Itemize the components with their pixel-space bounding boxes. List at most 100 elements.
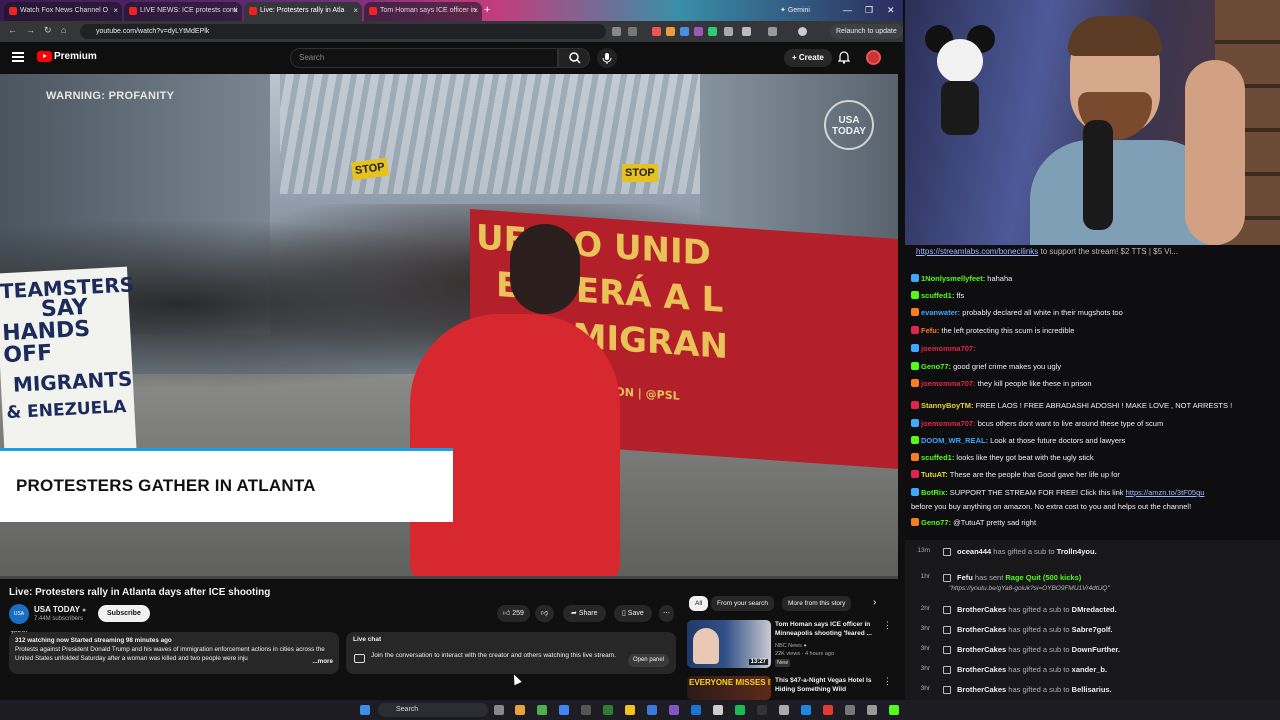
install-icon[interactable] [612, 27, 621, 36]
more-vertical-icon[interactable]: ⋮ [883, 676, 892, 687]
app-icon[interactable] [581, 705, 591, 715]
voice-search-button[interactable] [597, 48, 617, 68]
tab-close-icon[interactable]: × [473, 2, 478, 19]
open-panel-button[interactable]: Open panel [627, 654, 669, 667]
show-more-link[interactable]: ...more [308, 657, 333, 666]
chevron-right-icon[interactable]: › [873, 597, 876, 608]
tab-close-icon[interactable]: × [233, 2, 238, 19]
app-icon[interactable] [713, 705, 723, 715]
app-icon[interactable] [823, 705, 833, 715]
tab-fox-news[interactable]: Watch Fox News Channel O × [4, 2, 122, 21]
chat-username[interactable]: TutuAT: [921, 470, 948, 479]
chat-username[interactable]: joemomma707: [921, 419, 976, 428]
channel-name[interactable]: USA TODAY ● [34, 605, 86, 614]
chat-username[interactable]: StannyBoyTM: [921, 401, 974, 410]
like-button[interactable]: 👍︎ 259 [497, 605, 530, 622]
search-input[interactable]: Search [290, 48, 558, 68]
maximize-icon[interactable]: ❐ [865, 3, 873, 17]
chat-link[interactable]: https://amzn.to/3tF05gu [1126, 488, 1205, 497]
activity-user[interactable]: BrotherCakes [957, 605, 1006, 614]
close-window-icon[interactable]: ✕ [887, 3, 895, 17]
chat-username[interactable]: BotRix: [921, 488, 948, 497]
description-box[interactable]: 312 watching now Started streaming 98 mi… [9, 632, 339, 674]
video-player[interactable]: STOP STOP UEBLO UNID ENDERÁ A L AS MIGRA… [0, 74, 898, 578]
app-icon[interactable] [691, 705, 701, 715]
task-view-icon[interactable] [494, 705, 504, 715]
app-icon[interactable] [603, 705, 613, 715]
activity-link[interactable]: "https://youtu.be/gYa8-goluk?si=OYBO9FMU… [949, 585, 1110, 592]
chat-username[interactable]: 1Nonlysmellyfeet: [921, 274, 985, 283]
app-icon[interactable] [867, 705, 877, 715]
extension-icon[interactable] [652, 27, 661, 36]
start-icon[interactable] [360, 705, 370, 715]
app-icon[interactable] [779, 705, 789, 715]
app-icon[interactable] [669, 705, 679, 715]
taskbar-search[interactable]: Search [378, 703, 488, 717]
dislike-button[interactable]: 👎︎ [535, 605, 555, 622]
url-field[interactable]: youtube.com/watch?v=dyLYtMdEPlk [80, 24, 606, 39]
chip-more-from-this-story[interactable]: More from this story [782, 596, 852, 611]
activity-user[interactable]: Fefu [957, 573, 973, 582]
tab-live-news[interactable]: LIVE NEWS: ICE protests conti × [124, 2, 242, 21]
notifications-bell-icon[interactable] [837, 50, 851, 64]
sidebar-icon[interactable] [768, 27, 777, 36]
file-explorer-icon[interactable] [625, 705, 635, 715]
recommended-video[interactable]: EVERYONE MISSES IT This $47-a-Night Vega… [687, 676, 897, 700]
app-icon[interactable] [515, 705, 525, 715]
chip-from-your-search[interactable]: From your search [711, 596, 774, 611]
chip-all[interactable]: All [689, 596, 709, 611]
home-icon[interactable]: ⌂ [61, 25, 66, 35]
chat-username[interactable]: joemomma707: [921, 344, 976, 353]
subscribe-button[interactable]: Subscribe [98, 605, 150, 622]
activity-user[interactable]: BrotherCakes [957, 645, 1006, 654]
chat-username[interactable]: Geno77: [921, 518, 951, 527]
activity-user[interactable]: BrotherCakes [957, 685, 1006, 694]
recommended-video[interactable]: 13:27 Tom Homan says ICE officer in Minn… [687, 620, 897, 672]
tab-close-icon[interactable]: × [113, 2, 118, 19]
tab-close-icon[interactable]: × [353, 2, 358, 19]
spotify-icon[interactable] [735, 705, 745, 715]
chrome-icon[interactable] [537, 705, 547, 715]
bookmark-star-icon[interactable] [628, 27, 637, 36]
extension-icon[interactable] [680, 27, 689, 36]
chat-username[interactable]: scuffed1: [921, 291, 954, 300]
video-progress-bar[interactable] [0, 576, 898, 579]
app-icon[interactable] [647, 705, 657, 715]
menu-icon[interactable] [12, 52, 24, 62]
chat-username[interactable]: Fefu: [921, 326, 939, 335]
relaunch-button[interactable]: Relaunch to update [830, 24, 903, 39]
chrome-icon[interactable] [559, 705, 569, 715]
chat-username[interactable]: scuffed1: [921, 453, 954, 462]
more-actions-button[interactable]: ⋯ [659, 605, 674, 622]
activity-user[interactable]: BrotherCakes [957, 665, 1006, 674]
share-button[interactable]: ➦ Share [563, 605, 606, 622]
app-icon[interactable] [757, 705, 767, 715]
kick-icon[interactable] [889, 705, 899, 715]
channel-avatar[interactable]: USA TODAY [9, 604, 29, 637]
chat-username[interactable]: joemomma707: [921, 379, 976, 388]
extension-icon[interactable] [694, 27, 703, 36]
gemini-button[interactable]: ✦ Gemini [780, 3, 810, 18]
search-button[interactable] [558, 48, 590, 68]
create-button[interactable]: + Create [784, 49, 832, 67]
activity-user[interactable]: BrotherCakes [957, 625, 1006, 634]
account-avatar[interactable] [866, 50, 881, 65]
app-icon[interactable] [845, 705, 855, 715]
forward-icon[interactable]: → [26, 25, 35, 35]
save-button[interactable]: ▯ Save [614, 605, 652, 622]
streamlabs-link[interactable]: https://streamlabs.com/bonecilinks [916, 247, 1038, 256]
tab-protesters-rally[interactable]: Live: Protesters rally in Atla × [244, 2, 362, 21]
extensions-puzzle-icon[interactable] [742, 27, 751, 36]
youtube-logo-icon[interactable] [37, 51, 52, 62]
extension-icon[interactable] [724, 27, 733, 36]
extension-icon[interactable] [666, 27, 675, 36]
app-icon[interactable] [801, 705, 811, 715]
minimize-icon[interactable]: — [843, 3, 852, 17]
chat-username[interactable]: Geno77: [921, 362, 951, 371]
more-vertical-icon[interactable]: ⋮ [883, 620, 892, 631]
chat-username[interactable]: DOOM_WR_REAL: [921, 436, 988, 445]
profile-icon[interactable] [798, 27, 807, 36]
tab-tom-homan[interactable]: Tom Homan says ICE officer in × [364, 2, 482, 21]
youtube-premium-logo[interactable]: Premium [54, 51, 97, 62]
new-tab-icon[interactable]: + [484, 2, 490, 19]
